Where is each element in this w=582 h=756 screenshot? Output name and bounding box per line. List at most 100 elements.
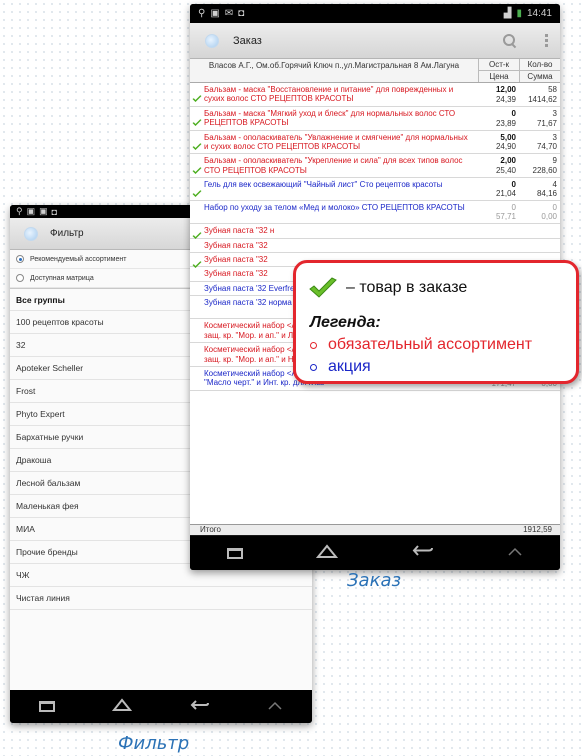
group-label: Apoteker Scheller bbox=[16, 363, 84, 373]
group-label: Phyto Expert bbox=[16, 409, 65, 419]
group-label: Чистая линия bbox=[16, 593, 70, 603]
nav-bar bbox=[10, 690, 312, 723]
overflow-menu-icon[interactable] bbox=[545, 34, 548, 47]
home-icon[interactable] bbox=[316, 543, 339, 563]
screen-title: Заказ bbox=[233, 34, 262, 47]
client-name: Власов А.Г., Ом.об.Горячий Ключ п.,ул.Ма… bbox=[208, 61, 460, 70]
group-label: Frost bbox=[16, 386, 36, 396]
notification-icon: ▣ bbox=[26, 206, 36, 216]
legend-mandatory-text: обязательный ассортимент bbox=[328, 336, 533, 353]
sum-value: 84,16 bbox=[536, 189, 557, 199]
sum-value: 74,70 bbox=[536, 142, 557, 152]
group-label: Прочие бренды bbox=[16, 547, 78, 557]
order-row[interactable]: Набор по уходу за телом «Мед и молоко» С… bbox=[190, 201, 560, 225]
nav-bar bbox=[190, 536, 560, 570]
stock-price-cell: 0 21,04 bbox=[478, 178, 519, 200]
price-value: 24,90 bbox=[495, 142, 516, 152]
column-header-stock: Ост-к bbox=[479, 59, 519, 71]
group-label: Дракоша bbox=[16, 455, 52, 465]
column-header-price: Цена bbox=[489, 72, 509, 81]
product-name: Бальзам - маска "Мягкий уход и блеск" дл… bbox=[204, 108, 456, 128]
stock-price-cell: 5,00 24,90 bbox=[478, 131, 519, 154]
checkmark-icon bbox=[192, 138, 202, 151]
product-name: Гель для век освежающий "Чайный лист" Ст… bbox=[204, 180, 443, 190]
qty-sum-cell: 00,00 bbox=[519, 201, 560, 223]
stock-price-cell: 0 57,71 bbox=[478, 201, 519, 223]
checkmark-icon bbox=[192, 162, 202, 174]
price-value: 25,40 bbox=[495, 166, 516, 176]
circle-icon bbox=[310, 341, 317, 349]
group-label: 32 bbox=[16, 340, 26, 350]
total-row: Итого 1912,59 bbox=[190, 524, 560, 535]
radio-label: Рекомендуемый ассортимент bbox=[30, 255, 127, 263]
mail-icon: ✉ bbox=[224, 8, 234, 19]
order-row[interactable]: Бальзам - ополаскиватель "Увлажнение и с… bbox=[190, 131, 560, 155]
price-value: 24,39 bbox=[495, 94, 516, 104]
group-item[interactable]: Чистая линия bbox=[10, 587, 312, 610]
stock-value: 5,00 bbox=[500, 132, 516, 142]
product-name: Набор по уходу за телом «Мед и молоко» С… bbox=[204, 203, 465, 213]
sum-value: 71,67 bbox=[536, 118, 557, 128]
image-icon: ▣ bbox=[210, 8, 220, 19]
qty-value: 4 bbox=[552, 180, 557, 190]
checkmark-icon bbox=[192, 227, 202, 239]
recent-apps-icon[interactable] bbox=[226, 547, 243, 559]
qty-value: 9 bbox=[552, 156, 557, 166]
gallery-icon: ◘ bbox=[51, 206, 58, 217]
sum-value: 0,00 bbox=[541, 212, 557, 222]
order-row[interactable]: Зубная паста "32 н bbox=[190, 224, 560, 239]
search-icon[interactable] bbox=[503, 33, 517, 48]
stock-value: 0 bbox=[511, 180, 516, 190]
chevron-up-icon[interactable] bbox=[267, 698, 283, 716]
radio-checked-icon[interactable] bbox=[16, 255, 24, 263]
usb-icon: ⚲ bbox=[16, 206, 23, 216]
home-icon[interactable] bbox=[112, 697, 133, 716]
radio-unchecked-icon[interactable] bbox=[16, 274, 24, 282]
signal-icon: ▟ bbox=[503, 8, 512, 19]
qty-value: 58 bbox=[548, 85, 557, 94]
qty-value: 0 bbox=[552, 203, 557, 213]
group-label: МИА bbox=[16, 524, 35, 534]
group-label: Все группы bbox=[16, 294, 65, 305]
qty-sum-cell bbox=[519, 224, 560, 237]
screen-title: Фильтр bbox=[50, 228, 84, 239]
circle-icon bbox=[310, 363, 317, 371]
stock-value: 2,00 bbox=[500, 156, 516, 166]
back-icon[interactable] bbox=[412, 544, 434, 562]
legend-mandatory: обязательный ассортимент bbox=[310, 336, 532, 354]
stock-price-header: Ост-к Цена bbox=[478, 59, 519, 82]
product-name: Бальзам - ополаскиватель "Укрепление и с… bbox=[204, 156, 463, 175]
stock-price-cell: 2,00 25,40 bbox=[478, 154, 519, 177]
order-row[interactable]: Бальзам - маска "Мягкий уход и блеск" дл… bbox=[190, 107, 560, 131]
legend-popup: – товар в заказе Легенда: обязательный а… bbox=[293, 260, 579, 384]
legend-promo-text: акция bbox=[328, 358, 371, 375]
price-value: 23,89 bbox=[495, 118, 516, 128]
group-label: Бархатные ручки bbox=[16, 432, 84, 442]
stock-value: 0 bbox=[511, 203, 516, 213]
group-label: 100 рецептов красоты bbox=[16, 317, 104, 327]
legend-promo: акция bbox=[310, 358, 371, 376]
total-label: Итого bbox=[200, 525, 221, 534]
back-icon[interactable] bbox=[190, 698, 210, 716]
order-row[interactable]: Бальзам - маска "Восстановление и питани… bbox=[190, 83, 560, 107]
stock-price-cell: 12,00 24,39 bbox=[478, 83, 519, 106]
stock-value: 12,00 bbox=[495, 85, 516, 94]
chevron-up-icon[interactable] bbox=[507, 544, 523, 562]
qty-sum-cell bbox=[519, 239, 560, 252]
usb-icon: ⚲ bbox=[198, 8, 206, 19]
checkmark-icon bbox=[192, 185, 202, 198]
app-logo-icon[interactable] bbox=[24, 226, 38, 241]
stock-price-cell: 0 23,89 bbox=[478, 107, 519, 130]
qty-sum-header: Кол-во Сумма bbox=[519, 59, 560, 82]
product-name: Зубная паста "32 bbox=[204, 240, 268, 250]
order-row[interactable]: Зубная паста "32 bbox=[190, 239, 560, 254]
recent-apps-icon[interactable] bbox=[38, 701, 55, 712]
order-row[interactable]: Гель для век освежающий "Чайный лист" Ст… bbox=[190, 178, 560, 202]
legend-in-order-text: – товар в заказе bbox=[346, 279, 468, 296]
radio-label: Доступная матрица bbox=[30, 274, 94, 282]
stock-value: 0 bbox=[511, 108, 516, 118]
qty-sum-cell: 58 1414,62 bbox=[519, 83, 560, 106]
order-row[interactable]: Бальзам - ополаскиватель "Укрепление и с… bbox=[190, 154, 560, 179]
app-logo-icon[interactable] bbox=[205, 33, 219, 48]
caption-order: Заказ bbox=[347, 570, 402, 591]
